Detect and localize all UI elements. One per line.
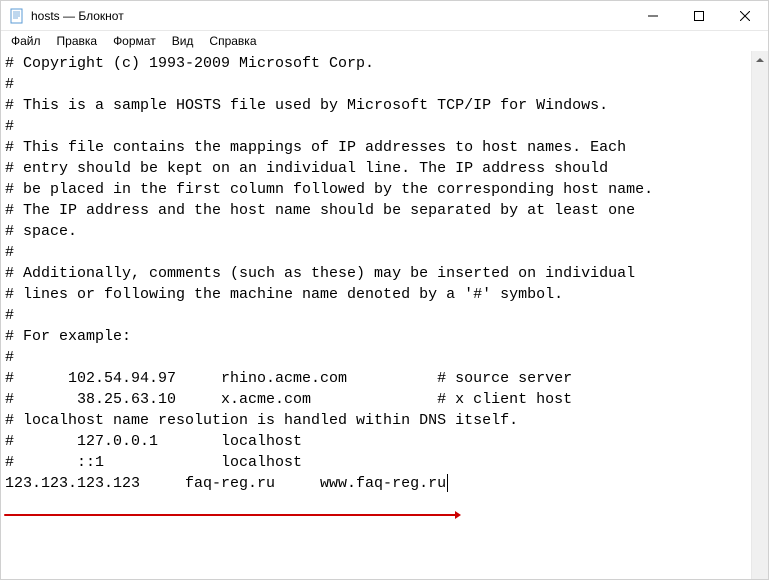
close-button[interactable] [722, 1, 768, 30]
text-line: # entry should be kept on an individual … [5, 158, 747, 179]
text-line: 123.123.123.123 faq-reg.ru www.faq-reg.r… [5, 473, 747, 494]
text-line: # This is a sample HOSTS file used by Mi… [5, 95, 747, 116]
scroll-up-arrow[interactable] [752, 51, 768, 68]
text-line: # 38.25.63.10 x.acme.com # x client host [5, 389, 747, 410]
menu-format[interactable]: Формат [105, 32, 164, 50]
vertical-scrollbar[interactable] [751, 51, 768, 579]
text-line: # This file contains the mappings of IP … [5, 137, 747, 158]
text-line: # ::1 localhost [5, 452, 747, 473]
text-editor[interactable]: # Copyright (c) 1993-2009 Microsoft Corp… [1, 51, 751, 579]
text-line: # [5, 74, 747, 95]
text-line: # [5, 242, 747, 263]
editor-area: # Copyright (c) 1993-2009 Microsoft Corp… [1, 51, 768, 579]
text-caret [447, 474, 448, 492]
text-line: # The IP address and the host name shoul… [5, 200, 747, 221]
minimize-button[interactable] [630, 1, 676, 30]
maximize-button[interactable] [676, 1, 722, 30]
titlebar: hosts — Блокнот [1, 1, 768, 31]
text-line: # [5, 305, 747, 326]
menu-view[interactable]: Вид [164, 32, 202, 50]
window-controls [630, 1, 768, 30]
text-line: # For example: [5, 326, 747, 347]
highlight-underline [4, 514, 459, 516]
text-line: # Additionally, comments (such as these)… [5, 263, 747, 284]
text-line: # be placed in the first column followed… [5, 179, 747, 200]
text-line: # 127.0.0.1 localhost [5, 431, 747, 452]
text-line: # lines or following the machine name de… [5, 284, 747, 305]
menu-file[interactable]: Файл [3, 32, 49, 50]
window-title: hosts — Блокнот [31, 9, 630, 23]
menu-edit[interactable]: Правка [49, 32, 106, 50]
text-line: # space. [5, 221, 747, 242]
menubar: Файл Правка Формат Вид Справка [1, 31, 768, 51]
notepad-icon [9, 8, 25, 24]
text-line: # Copyright (c) 1993-2009 Microsoft Corp… [5, 53, 747, 74]
text-line: # localhost name resolution is handled w… [5, 410, 747, 431]
text-line: # [5, 347, 747, 368]
menu-help[interactable]: Справка [201, 32, 264, 50]
text-line: # [5, 116, 747, 137]
text-line: # 102.54.94.97 rhino.acme.com # source s… [5, 368, 747, 389]
